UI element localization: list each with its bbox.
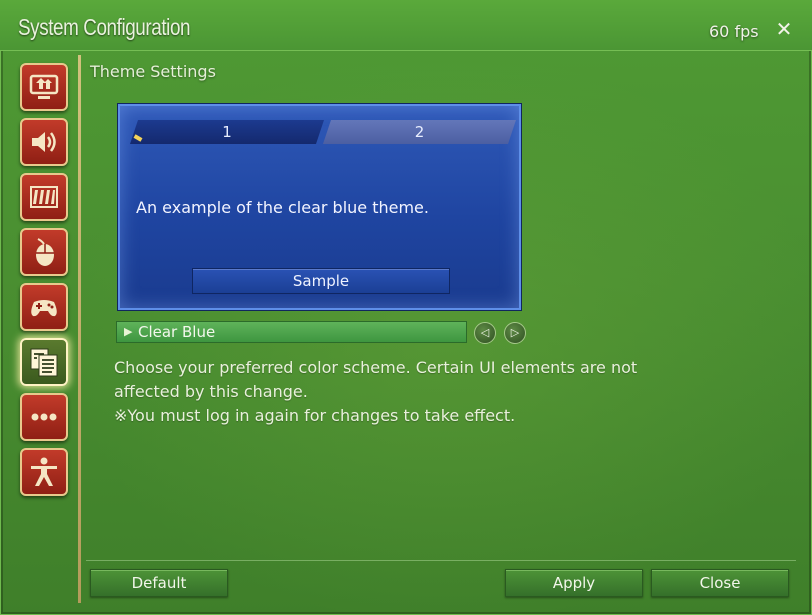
sidebar-item-character[interactable] (20, 448, 68, 496)
sidebar-divider (78, 55, 81, 603)
close-icon[interactable]: ✕ (774, 19, 794, 39)
speaker-icon (32, 132, 56, 152)
preview-tab-2-label: 2 (414, 123, 425, 141)
figure-icon (31, 457, 57, 486)
fps-counter: 60 fps (709, 22, 759, 41)
previous-theme-button[interactable]: ◁ (474, 322, 496, 344)
system-configuration-window: System Configuration 60 fps ✕ Theme Sett… (0, 0, 812, 615)
monitor-icon (29, 74, 59, 99)
theme-select-value: Clear Blue (138, 323, 216, 341)
theme-preview-panel: 1 2 An example of the clear blue theme. … (118, 104, 521, 310)
section-title: Theme Settings (90, 62, 216, 81)
footer-divider (86, 560, 796, 561)
description-note: ※You must log in again for changes to ta… (114, 406, 516, 425)
title-bar[interactable]: System Configuration 60 fps ✕ (0, 0, 812, 51)
sidebar-item-theme[interactable] (20, 338, 68, 386)
sidebar-item-ui-bars[interactable] (20, 173, 68, 221)
preview-tab-2: 2 (323, 120, 516, 144)
mouse-icon (36, 238, 54, 266)
next-theme-button[interactable]: ▷ (504, 322, 526, 344)
sidebar-item-other[interactable] (20, 393, 68, 441)
description-line-1: Choose your preferred color scheme. Cert… (114, 358, 638, 377)
sidebar-item-gamepad[interactable] (20, 283, 68, 331)
apply-button[interactable]: Apply (505, 569, 643, 597)
bars-icon (30, 186, 58, 208)
description-line-2: affected by this change. (114, 382, 308, 401)
more-icon (31, 413, 57, 421)
preview-tab-1-label: 1 (222, 123, 232, 141)
preview-example-text: An example of the clear blue theme. (136, 198, 429, 217)
close-button[interactable]: Close (651, 569, 789, 597)
preview-tab-1: 1 (130, 120, 324, 144)
sidebar-item-display[interactable] (20, 63, 68, 111)
sidebar-item-mouse[interactable] (20, 228, 68, 276)
documents-icon (30, 348, 58, 377)
gamepad-icon (31, 300, 57, 317)
sidebar-item-sound[interactable] (20, 118, 68, 166)
sample-button: Sample (192, 268, 450, 294)
dropdown-arrow-icon: ▶ (124, 325, 133, 338)
window-title: System Configuration (18, 14, 191, 40)
theme-select[interactable]: ▶ Clear Blue (116, 321, 467, 343)
default-button[interactable]: Default (90, 569, 228, 597)
